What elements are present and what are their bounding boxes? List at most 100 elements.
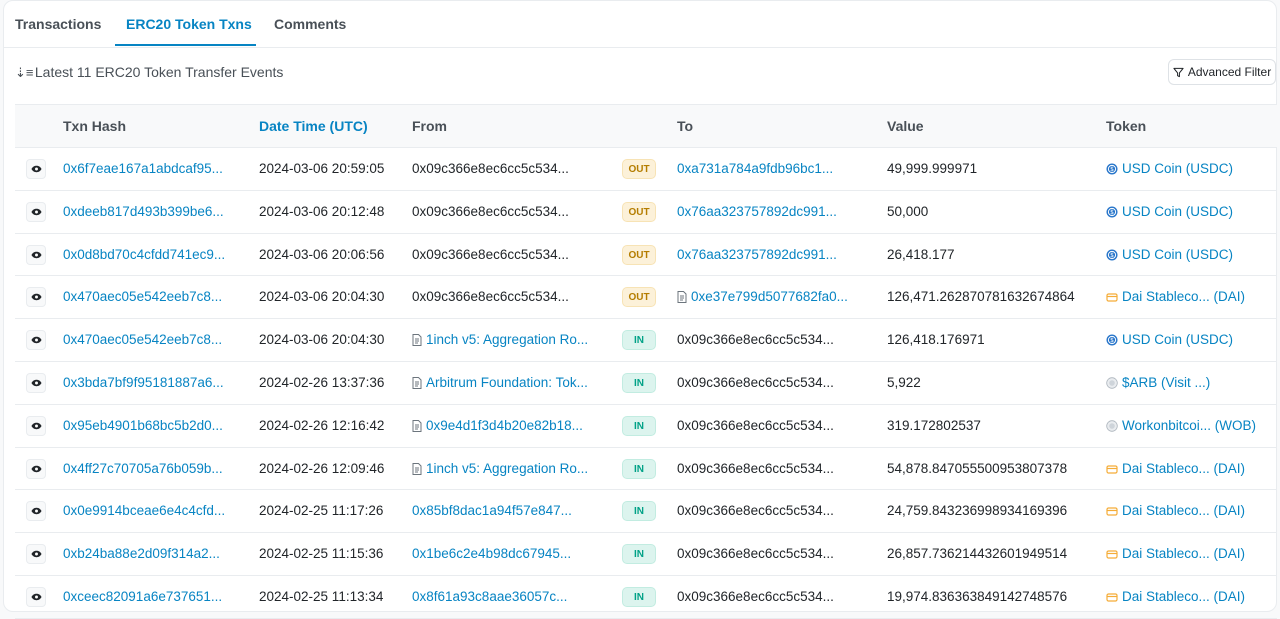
to-address-text: 0x76aa323757892dc991... <box>677 203 837 219</box>
from-address[interactable]: 1inch v5: Aggregation Ro... <box>412 448 588 490</box>
from-address[interactable]: 0x1be6c2e4b98dc67945... <box>412 533 571 575</box>
contract-icon <box>412 376 422 389</box>
to-address: 0x09c366e8ec6cc5c534... <box>677 490 834 532</box>
eye-icon <box>30 379 42 387</box>
token-link[interactable]: Dai Stableco... (DAI) <box>1106 448 1245 490</box>
tab-erc20-token-txns[interactable]: ERC20 Token Txns <box>126 1 252 47</box>
table-row: 0x470aec05e542eeb7c8... 2024-03-06 20:04:… <box>15 276 1277 320</box>
token-link[interactable]: Dai Stableco... (DAI) <box>1106 576 1245 618</box>
tab-comments[interactable]: Comments <box>274 1 346 47</box>
txn-hash-link[interactable]: 0xdeeb817d493b399be6... <box>63 191 224 233</box>
token-link[interactable]: Dai Stableco... (DAI) <box>1106 533 1245 575</box>
txn-hash-link[interactable]: 0x470aec05e542eeb7c8... <box>63 319 222 361</box>
txn-hash-link[interactable]: 0x95eb4901b68bc5b2d0... <box>63 405 223 447</box>
txn-hash-link[interactable]: 0x6f7eae167a1abdcaf95... <box>63 148 223 190</box>
from-address[interactable]: 0x9e4d1f3d4b20e82b18... <box>412 405 583 447</box>
to-address-text: 0x09c366e8ec6cc5c534... <box>677 417 834 433</box>
direction-badge: OUT <box>622 287 656 308</box>
to-address[interactable]: 0x76aa323757892dc991... <box>677 234 837 276</box>
view-details-button[interactable] <box>26 287 46 308</box>
txn-hash-link[interactable]: 0x3bda7bf9f95181887a6... <box>63 362 224 404</box>
from-address-text: 1inch v5: Aggregation Ro... <box>426 332 589 348</box>
dai-icon <box>1106 593 1118 602</box>
header-date-time[interactable]: Date Time (UTC) <box>259 105 368 147</box>
token-link[interactable]: $ USD Coin (USDC) <box>1106 234 1233 276</box>
from-address[interactable]: 0x85bf8dac1a94f57e847... <box>412 490 572 532</box>
eye-icon <box>30 336 42 344</box>
view-details-button[interactable] <box>26 501 46 522</box>
dai-icon <box>1106 507 1118 516</box>
advanced-filter-label: Advanced Filter <box>1187 65 1272 79</box>
view-details-button[interactable] <box>26 244 46 265</box>
token-name: Dai Stableco... (DAI) <box>1122 546 1246 562</box>
from-address: 0x09c366e8ec6cc5c534... <box>412 276 569 318</box>
view-details-button[interactable] <box>26 159 46 179</box>
to-address: 0x09c366e8ec6cc5c534... <box>677 448 834 490</box>
dai-icon <box>1106 464 1118 474</box>
to-address[interactable]: 0x76aa323757892dc991... <box>677 191 837 233</box>
token-link[interactable]: $ USD Coin (USDC) <box>1106 319 1233 361</box>
value-cell: 54,878.847055500953807378 <box>887 460 1068 476</box>
to-address-text: 0x09c366e8ec6cc5c534... <box>677 546 834 562</box>
svg-text:$: $ <box>1110 166 1114 173</box>
eye-icon <box>30 208 42 216</box>
value-cell: 26,418.177 <box>887 246 955 262</box>
usdc-icon: $ <box>1106 206 1118 218</box>
to-address-text: 0x76aa323757892dc991... <box>677 246 837 262</box>
txn-hash-link[interactable]: 0x4ff27c70705a76b059b... <box>63 448 223 490</box>
active-tab-indicator <box>115 44 256 46</box>
txn-hash-link[interactable]: 0x0d8bd70c4cfdd741ec9... <box>63 234 225 276</box>
contract-icon <box>677 291 687 304</box>
table-row: 0x0d8bd70c4cfdd741ec9... 2024-03-06 20:06… <box>15 234 1277 277</box>
header-to: To <box>677 118 694 134</box>
contract-icon <box>412 419 422 432</box>
to-address[interactable]: 0xa731a784a9fdb96bc1... <box>677 148 833 190</box>
table-body: 0x6f7eae167a1abdcaf95... 2024-03-06 20:59… <box>15 148 1277 619</box>
view-details-button[interactable] <box>26 415 46 436</box>
token-link[interactable]: $ USD Coin (USDC) <box>1106 191 1233 233</box>
header-txn-hash: Txn Hash <box>63 118 127 134</box>
summary-line: ⇣≡ Latest 11 ERC20 Token Transfer Events <box>15 62 283 82</box>
view-details-button[interactable] <box>26 372 46 393</box>
direction-badge: IN <box>622 330 656 351</box>
direction-badge: IN <box>622 544 656 565</box>
table-row: 0x470aec05e542eeb7c8... 2024-03-06 20:04:… <box>15 319 1277 362</box>
token-link[interactable]: Dai Stableco... (DAI) <box>1106 276 1245 318</box>
date-time-cell: 2024-03-06 20:12:48 <box>259 203 385 219</box>
token-name: USD Coin (USDC) <box>1122 246 1234 262</box>
token-link[interactable]: $ARB (Visit ...) <box>1106 362 1210 404</box>
direction-badge: IN <box>622 458 656 479</box>
token-name: USD Coin (USDC) <box>1122 161 1234 176</box>
date-time-cell: 2024-02-26 13:37:36 <box>259 374 385 390</box>
from-address[interactable]: 1inch v5: Aggregation Ro... <box>412 319 588 361</box>
view-details-button[interactable] <box>26 458 46 479</box>
txn-hash-link[interactable]: 0xceec82091a6e737651... <box>63 576 222 618</box>
from-address-text: 0x85bf8dac1a94f57e847... <box>412 503 572 519</box>
view-details-button[interactable] <box>26 544 46 565</box>
token-name: Dai Stableco... (DAI) <box>1122 289 1246 305</box>
token-transfers-table: Txn Hash Date Time (UTC) From To Value T… <box>15 104 1277 619</box>
value-cell: 24,759.843236998934169396 <box>887 503 1068 519</box>
direction-badge: IN <box>622 501 656 522</box>
filter-icon <box>1173 67 1184 77</box>
view-details-button[interactable] <box>26 201 46 222</box>
view-details-button[interactable] <box>26 330 46 351</box>
date-time-cell: 2024-03-06 20:04:30 <box>259 289 385 305</box>
token-link[interactable]: Dai Stableco... (DAI) <box>1106 490 1245 532</box>
from-address: 0x09c366e8ec6cc5c534... <box>412 148 569 190</box>
token-link[interactable]: $ USD Coin (USDC) <box>1106 148 1233 190</box>
token-link[interactable]: Workonbitcoi... (WOB) <box>1106 405 1256 447</box>
from-address[interactable]: Arbitrum Foundation: Tok... <box>412 362 588 404</box>
table-row: 0x3bda7bf9f95181887a6... 2024-02-26 13:37… <box>15 362 1277 405</box>
date-time-cell: 2024-02-25 11:13:34 <box>259 588 384 604</box>
from-address[interactable]: 0x8f61a93c8aae36057c... <box>412 576 567 618</box>
advanced-filter-button[interactable]: Advanced Filter <box>1168 59 1276 85</box>
direction-badge: IN <box>622 415 656 436</box>
summary-text: Latest 11 ERC20 Token Transfer Events <box>34 64 284 80</box>
txn-hash-link[interactable]: 0xb24ba88e2d09f314a2... <box>63 533 220 575</box>
tab-transactions[interactable]: Transactions <box>15 1 101 47</box>
txn-hash-link[interactable]: 0x0e9914bceae6e4c4cfd... <box>63 490 225 532</box>
table-row: 0x6f7eae167a1abdcaf95... 2024-03-06 20:59… <box>15 148 1277 191</box>
to-address[interactable]: 0xe37e799d5077682fa0... <box>677 276 848 318</box>
txn-hash-link[interactable]: 0x470aec05e542eeb7c8... <box>63 276 222 318</box>
